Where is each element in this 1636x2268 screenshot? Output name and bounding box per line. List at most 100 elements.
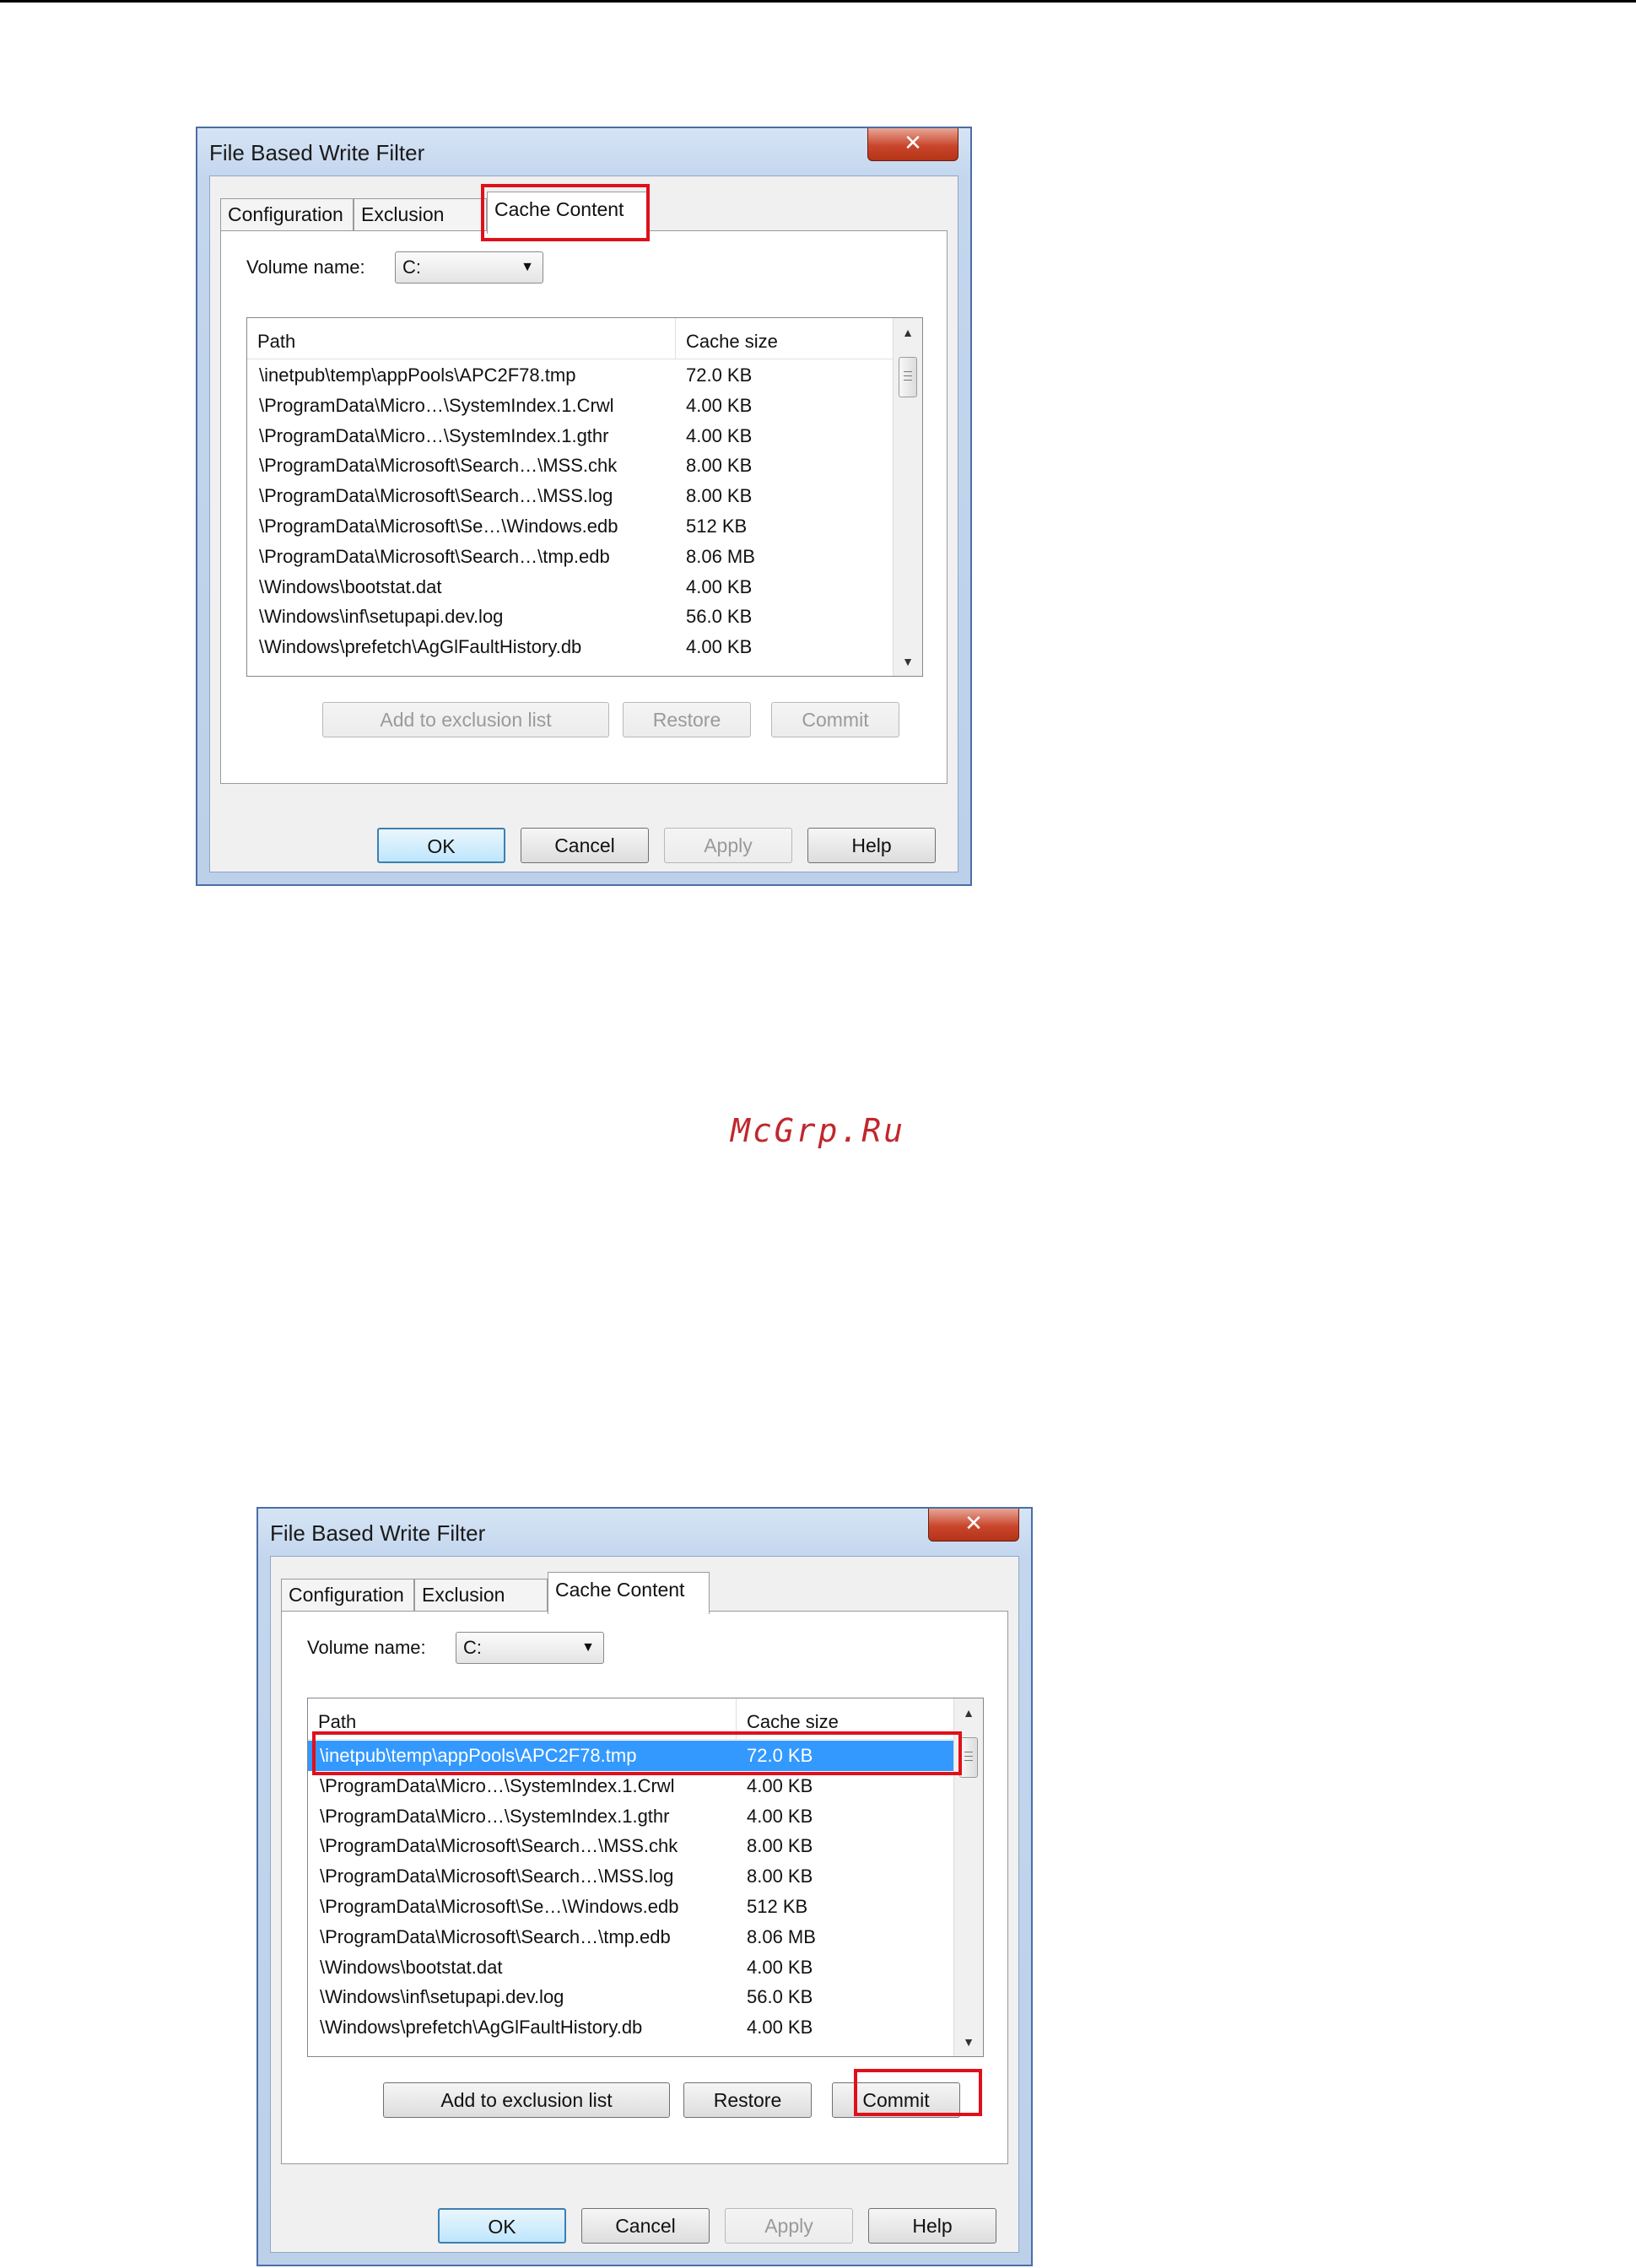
scroll-up-icon[interactable]: ▲ (894, 320, 922, 345)
restore-button[interactable]: Restore (623, 702, 751, 737)
tab-exclusion-list[interactable]: Exclusion List (414, 1579, 548, 1636)
item-cache-size: 4.00 KB (747, 1774, 813, 1796)
item-path: \Windows\prefetch\AgGlFaultHistory.db (259, 636, 582, 658)
item-cache-size: 56.0 KB (686, 606, 753, 628)
column-header-cache-size[interactable]: Cache size (737, 1698, 956, 1739)
item-path: \ProgramData\Microsoft\Search…\tmp.edb (259, 545, 610, 567)
tab-exclusion-list[interactable]: Exclusion List (354, 198, 487, 256)
restore-button[interactable]: Restore (683, 2082, 812, 2118)
item-cache-size: 8.00 KB (686, 485, 753, 507)
cancel-button[interactable]: Cancel (521, 828, 649, 863)
list-item[interactable]: \ProgramData\Micro…\SystemIndex.1.gthr 4.… (247, 421, 894, 451)
tab-cache-content[interactable]: Cache Content (487, 192, 649, 234)
vertical-scrollbar[interactable]: ▲ ▼ (893, 318, 922, 676)
list-header: Path Cache size (308, 1698, 954, 1740)
item-cache-size: 4.00 KB (747, 2017, 813, 2038)
item-path: \ProgramData\Micro…\SystemIndex.1.gthr (320, 1805, 670, 1827)
cancel-button[interactable]: Cancel (581, 2208, 710, 2244)
list-item[interactable]: \Windows\prefetch\AgGlFaultHistory.db 4.0… (247, 632, 894, 662)
title-bar: File Based Write Filter ✕ (258, 1509, 1031, 1556)
item-cache-size: 512 KB (747, 1895, 808, 1917)
tab-configuration[interactable]: Configuration (220, 198, 354, 230)
help-button[interactable]: Help (807, 828, 936, 863)
item-path: \ProgramData\Micro…\SystemIndex.1.gthr (259, 424, 609, 446)
item-cache-size: 4.00 KB (747, 1956, 813, 1978)
commit-button[interactable]: Commit (832, 2082, 960, 2118)
item-cache-size: 8.00 KB (747, 1866, 813, 1887)
apply-button[interactable]: Apply (664, 828, 792, 863)
list-item[interactable]: \ProgramData\Micro…\SystemIndex.1.Crwl 4.… (247, 391, 894, 421)
tab-cache-content[interactable]: Cache Content (548, 1572, 710, 1614)
vertical-scrollbar[interactable]: ▲ ▼ (953, 1698, 983, 2056)
cache-list[interactable]: Path Cache size \inetpub\temp\appPools\APC… (307, 1698, 984, 2057)
list-item[interactable]: \Windows\bootstat.dat 4.00 KB (308, 1952, 954, 1983)
list-item[interactable]: \ProgramData\Microsoft\Search…\MSS.chk 8.… (247, 451, 894, 481)
item-cache-size: 8.00 KB (686, 455, 753, 477)
volume-name-value: C: (402, 256, 421, 278)
add-to-exclusion-list-button[interactable]: Add to exclusion list (322, 702, 609, 737)
scroll-thumb[interactable] (959, 1737, 978, 1778)
list-item[interactable]: \ProgramData\Microsoft\Se…\Windows.edb 51… (308, 1892, 954, 1922)
list-item[interactable]: \Windows\inf\setupapi.dev.log 56.0 KB (308, 1982, 954, 2012)
item-path: \ProgramData\Microsoft\Search…\MSS.chk (259, 455, 618, 477)
add-to-exclusion-list-button[interactable]: Add to exclusion list (383, 2082, 670, 2118)
list-item[interactable]: \Windows\inf\setupapi.dev.log 56.0 KB (247, 602, 894, 632)
list-item[interactable]: \ProgramData\Microsoft\Search…\MSS.log 8.… (247, 481, 894, 511)
write-filter-dialog-2: File Based Write Filter ✕ Configuration Exc… (256, 1507, 1033, 2266)
item-path: \ProgramData\Micro…\SystemIndex.1.Crwl (320, 1774, 675, 1796)
write-filter-dialog-1: File Based Write Filter ✕ Configuration Exc… (196, 127, 972, 886)
column-header-path[interactable]: Path (308, 1698, 737, 1739)
dialog-title: File Based Write Filter (270, 1520, 486, 1546)
list-item[interactable]: \ProgramData\Microsoft\Search…\tmp.edb 8.… (247, 542, 894, 572)
close-button[interactable]: ✕ (928, 1509, 1019, 1542)
item-path: \ProgramData\Microsoft\Search…\MSS.log (320, 1866, 674, 1887)
scroll-down-icon[interactable]: ▼ (894, 649, 922, 674)
chevron-down-icon: ▼ (581, 1640, 595, 1655)
scroll-up-icon[interactable]: ▲ (954, 1700, 983, 1725)
item-path: \ProgramData\Microsoft\Se…\Windows.edb (320, 1895, 679, 1917)
list-item[interactable]: \inetpub\temp\appPools\APC2F78.tmp 72.0 K… (247, 360, 894, 391)
volume-name-value: C: (463, 1637, 482, 1658)
item-path: \Windows\prefetch\AgGlFaultHistory.db (320, 2017, 643, 2038)
item-cache-size: 4.00 KB (686, 575, 753, 597)
cache-list[interactable]: Path Cache size \inetpub\temp\appPools\APC… (246, 317, 923, 677)
dialog-client-area: ConfigurationExclusion ListCache Content… (270, 1556, 1019, 2253)
dialog-title: File Based Write Filter (209, 140, 425, 165)
item-cache-size: 72.0 KB (686, 364, 753, 386)
list-item[interactable]: \Windows\prefetch\AgGlFaultHistory.db 4.0… (308, 2012, 954, 2043)
item-path: \Windows\inf\setupapi.dev.log (259, 606, 504, 628)
item-cache-size: 4.00 KB (686, 394, 753, 416)
ok-button[interactable]: OK (438, 2208, 566, 2244)
list-item[interactable]: \ProgramData\Microsoft\Se…\Windows.edb 51… (247, 511, 894, 542)
item-cache-size: 4.00 KB (747, 1805, 813, 1827)
column-header-path[interactable]: Path (247, 318, 676, 359)
ok-button[interactable]: OK (377, 828, 505, 863)
close-button[interactable]: ✕ (867, 128, 958, 161)
list-item[interactable]: \Windows\bootstat.dat 4.00 KB (247, 572, 894, 602)
list-item[interactable]: \ProgramData\Microsoft\Search…\tmp.edb 8.… (308, 1922, 954, 1952)
scroll-thumb[interactable] (899, 357, 917, 397)
list-item[interactable]: \ProgramData\Micro…\SystemIndex.1.gthr 4.… (308, 1801, 954, 1832)
item-path: \Windows\inf\setupapi.dev.log (320, 1986, 564, 2008)
volume-name-select[interactable]: C: ▼ (456, 1632, 604, 1664)
list-item[interactable]: \ProgramData\Micro…\SystemIndex.1.Crwl 4.… (308, 1771, 954, 1801)
volume-name-select[interactable]: C: ▼ (395, 251, 543, 284)
list-rows: \inetpub\temp\appPools\APC2F78.tmp 72.0 K… (247, 360, 894, 662)
scroll-down-icon[interactable]: ▼ (954, 2029, 983, 2055)
list-item[interactable]: \ProgramData\Microsoft\Search…\MSS.chk 8.… (308, 1831, 954, 1861)
commit-button[interactable]: Commit (771, 702, 899, 737)
item-cache-size: 72.0 KB (747, 1745, 813, 1766)
item-cache-size: 4.00 KB (686, 636, 753, 658)
column-header-cache-size[interactable]: Cache size (676, 318, 895, 359)
tab-configuration[interactable]: Configuration (281, 1579, 414, 1611)
list-item[interactable]: \ProgramData\Microsoft\Search…\MSS.log 8.… (308, 1861, 954, 1892)
item-path: \ProgramData\Microsoft\Search…\MSS.chk (320, 1835, 678, 1857)
item-cache-size: 8.06 MB (686, 545, 755, 567)
item-path: \ProgramData\Microsoft\Se…\Windows.edb (259, 515, 618, 537)
list-rows: \inetpub\temp\appPools\APC2F78.tmp 72.0 K… (308, 1741, 954, 2043)
help-button[interactable]: Help (868, 2208, 996, 2244)
list-item[interactable]: \inetpub\temp\appPools\APC2F78.tmp 72.0 K… (308, 1741, 954, 1771)
item-cache-size: 8.06 MB (747, 1925, 816, 1947)
apply-button[interactable]: Apply (725, 2208, 853, 2244)
chevron-down-icon: ▼ (521, 260, 534, 274)
